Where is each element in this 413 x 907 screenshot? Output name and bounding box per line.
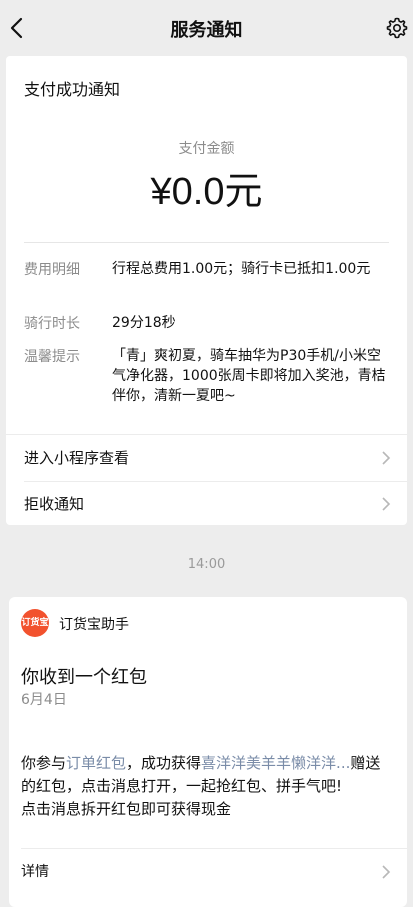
body-text: ，成功获得: [126, 754, 202, 772]
ride-duration-label: 骑行时长: [24, 316, 80, 332]
order-red-packet-link[interactable]: 订单红包: [66, 754, 126, 772]
settings-button[interactable]: [385, 16, 409, 40]
message-date: 6月4日: [21, 692, 67, 708]
tip-value: 「青」爽初夏，骑车抽华为P30手机/小米空气净化器，1000张周卡即将加入奖池，…: [112, 348, 386, 404]
chevron-right-icon: [382, 497, 391, 511]
sender-logo: 订货宝: [21, 609, 49, 637]
open-mini-program-label: 进入小程序查看: [24, 449, 130, 467]
reject-notifications-row[interactable]: 拒收通知: [6, 481, 407, 525]
payment-notification-card: 支付成功通知 支付金额 ¥0.0元 费用明细 行程总费用1.00元；骑行卡已抵扣…: [6, 56, 407, 525]
chevron-right-icon: [382, 865, 391, 879]
reject-notifications-label: 拒收通知: [24, 495, 85, 513]
top-bar: 服务通知: [0, 0, 413, 56]
details-row[interactable]: 详情: [9, 849, 407, 895]
chevron-right-icon: [382, 451, 391, 465]
fee-detail-value: 行程总费用1.00元；骑行卡已抵扣1.00元: [112, 261, 371, 277]
gear-icon: [386, 17, 408, 39]
amount-label: 支付金额: [178, 141, 235, 157]
tip-label: 温馨提示: [24, 349, 80, 365]
message-body: 你参与订单红包，成功获得喜洋洋美羊羊懒洋洋...赠送的红包，点击消息打开，一起抢…: [21, 752, 395, 821]
amount-value: ¥0.0元: [150, 171, 263, 213]
sender-user-link[interactable]: 喜洋洋美羊羊懒洋洋...: [201, 754, 350, 772]
notification-title: 支付成功通知: [24, 80, 121, 99]
page-title: 服务通知: [170, 20, 243, 41]
body-text: 你参与: [21, 754, 67, 772]
ride-duration-value: 29分18秒: [112, 315, 176, 331]
open-mini-program-row[interactable]: 进入小程序查看: [6, 435, 407, 481]
message-title: 你收到一个红包: [21, 667, 147, 688]
divider: [24, 242, 389, 243]
red-packet-message-card[interactable]: 订货宝 订货宝助手 你收到一个红包 6月4日 你参与订单红包，成功获得喜洋洋美羊…: [9, 597, 407, 907]
sender-name: 订货宝助手: [59, 617, 129, 633]
message-timestamp: 14:00: [187, 557, 226, 572]
fee-detail-label: 费用明细: [24, 262, 80, 278]
body-text: 点击消息拆开红包即可获得现金: [21, 800, 232, 818]
details-label: 详情: [21, 864, 49, 880]
